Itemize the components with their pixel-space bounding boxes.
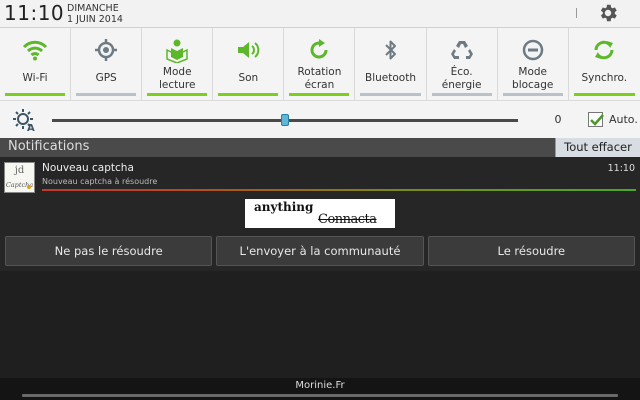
captcha-app-icon: jd Captcha <box>4 162 35 193</box>
toggle-status-bar <box>289 93 350 96</box>
notification-title: Nouveau captcha <box>42 162 134 174</box>
clock-day: DIMANCHE <box>67 3 119 14</box>
toggle-label: GPS <box>95 72 117 84</box>
toggle-status-bar <box>431 93 492 96</box>
auto-brightness-checkbox[interactable] <box>588 112 604 127</box>
notification-panel: 11:10 DIMANCHE 1 JUIN 2014 Wi-Fi GPS Mod… <box>0 0 640 400</box>
svg-text:A: A <box>27 123 35 132</box>
quick-settings-row: Wi-Fi GPS Mode lecture Son Rotation écra… <box>0 28 640 100</box>
brightness-row: A 0 Auto. <box>0 100 640 138</box>
brightness-slider-thumb[interactable] <box>281 114 289 126</box>
toggle-rotation[interactable]: Rotation écran <box>284 28 356 100</box>
notification-time: 11:10 <box>607 163 635 174</box>
toggle-wifi[interactable]: Wi-Fi <box>0 28 72 100</box>
toggle-label: Wi-Fi <box>22 72 48 84</box>
settings-gear-icon[interactable] <box>597 2 619 24</box>
toggle-sound[interactable]: Son <box>213 28 285 100</box>
toggle-label: Rotation écran <box>297 66 342 91</box>
header-divider <box>576 8 577 18</box>
carrier-name: Morinie.Fr <box>295 380 345 391</box>
toggle-label: Synchro. <box>581 72 628 84</box>
captcha-notification[interactable]: jd Captcha Nouveau captcha Nouveau captc… <box>0 157 640 271</box>
notifications-header: Notifications Tout effacer <box>0 138 640 157</box>
skip-captcha-button[interactable]: Ne pas le résoudre <box>5 236 213 266</box>
toggle-gps[interactable]: GPS <box>71 28 143 100</box>
captcha-word-2: Connacta <box>318 212 377 227</box>
drag-handle[interactable] <box>22 394 618 397</box>
toggle-status-bar <box>76 93 137 96</box>
recycle-icon <box>449 37 475 63</box>
send-to-community-button[interactable]: L'envoyer à la communauté <box>216 236 424 266</box>
notification-actions: Ne pas le résoudre L'envoyer à la commun… <box>5 236 635 266</box>
carrier-bar: Morinie.Fr <box>0 378 640 400</box>
gps-icon <box>93 37 119 63</box>
sound-icon <box>235 37 261 63</box>
notifications-title: Notifications <box>8 139 90 154</box>
reading-mode-icon <box>164 37 190 64</box>
toggle-sync[interactable]: Synchro. <box>569 28 640 100</box>
clock-date: DIMANCHE 1 JUIN 2014 <box>67 3 123 25</box>
toggle-status-bar <box>5 93 66 96</box>
toggle-label: Mode lecture <box>159 66 196 91</box>
toggle-blocking-mode[interactable]: Mode blocage <box>498 28 569 100</box>
captcha-image: anything Connacta <box>245 199 395 228</box>
bluetooth-icon <box>378 37 404 63</box>
clock-date-text: 1 JUIN 2014 <box>67 14 123 25</box>
auto-brightness-icon: A <box>12 108 38 134</box>
sync-icon <box>591 37 617 63</box>
solve-captcha-button[interactable]: Le résoudre <box>427 236 635 266</box>
app-icon-text-top: jd <box>14 165 25 176</box>
toggle-status-bar <box>218 93 279 96</box>
toggle-power-saving[interactable]: Éco. énergie <box>427 28 498 100</box>
toggle-label: Mode blocage <box>512 66 554 91</box>
brightness-slider-fill <box>52 119 285 122</box>
toggle-reading-mode[interactable]: Mode lecture <box>142 28 214 100</box>
toggle-label: Son <box>238 72 259 84</box>
toggle-status-bar <box>360 93 421 96</box>
checkmark-icon <box>590 114 604 126</box>
captcha-word-1: anything <box>254 200 314 214</box>
clock-time: 11:10 <box>4 1 65 25</box>
clear-all-button[interactable]: Tout effacer <box>555 138 640 157</box>
app-icon-dot <box>27 185 31 189</box>
notification-divider <box>42 189 636 191</box>
status-header: 11:10 DIMANCHE 1 JUIN 2014 <box>0 0 640 28</box>
toggle-status-bar <box>147 93 208 96</box>
rotation-icon <box>306 37 332 63</box>
empty-notification-area <box>0 271 640 378</box>
toggle-status-bar <box>573 93 635 96</box>
toggle-label: Bluetooth <box>365 72 416 84</box>
notification-text: Nouveau captcha à résoudre <box>42 177 158 186</box>
toggle-bluetooth[interactable]: Bluetooth <box>355 28 427 100</box>
wifi-icon <box>22 37 48 63</box>
toggle-label: Éco. énergie <box>441 66 482 91</box>
auto-brightness-label: Auto. <box>609 113 638 126</box>
brightness-value: 0 <box>554 113 562 126</box>
block-icon <box>520 37 546 63</box>
toggle-status-bar <box>502 93 563 96</box>
